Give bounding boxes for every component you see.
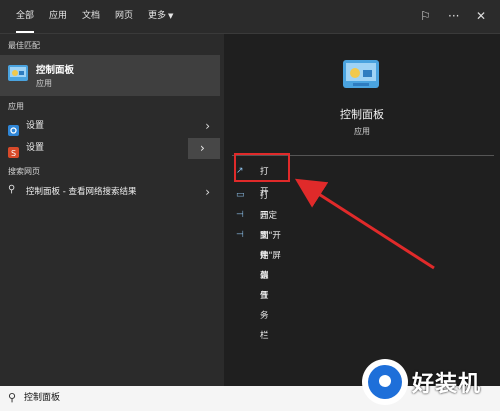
watermark-badge-icon — [362, 359, 408, 405]
annotation-arrow — [294, 178, 435, 270]
watermark-logo: 好装机 — [362, 355, 500, 411]
watermark-text: 好装机 — [412, 372, 482, 397]
search-icon: ⚲ — [8, 391, 17, 404]
search-input[interactable]: 控制面板 — [24, 386, 60, 411]
